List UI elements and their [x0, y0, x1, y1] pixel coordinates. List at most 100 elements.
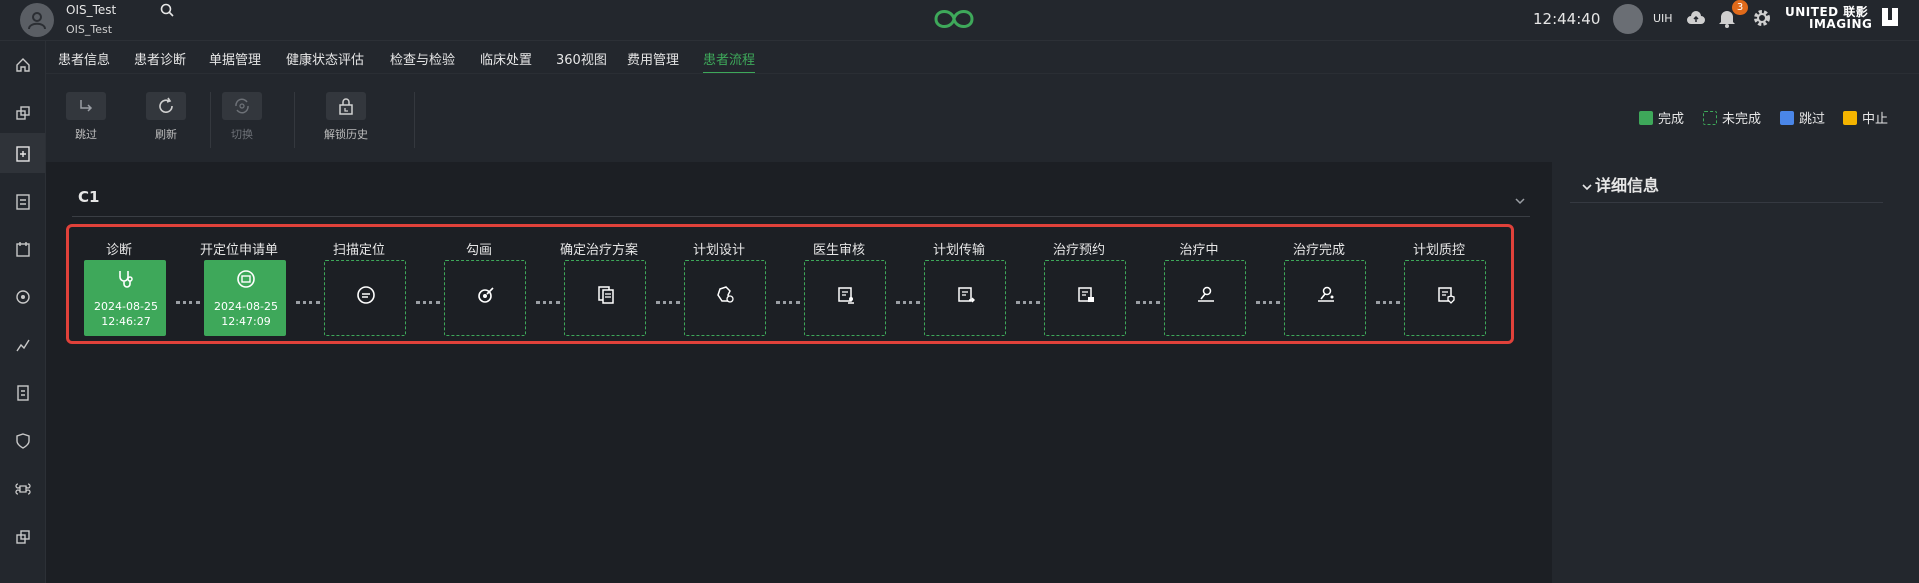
- toolbar-divider: [414, 92, 415, 148]
- top-bar: OIS_Test OIS_Test 12:44:40 UIH 3 UNITED …: [0, 0, 1919, 41]
- application-icon: [236, 269, 256, 293]
- step-label: 治疗完成: [1292, 243, 1345, 258]
- step-box[interactable]: 2024-08-25 12:46:27: [84, 260, 166, 336]
- plan-transfer-icon: [956, 285, 976, 309]
- chevron-down-icon: [1582, 183, 1592, 190]
- step-connector: [536, 301, 560, 304]
- toolbar: 跳过 刷新 切换 解锁历史 完成 未完成 跳过 中止: [46, 73, 1919, 162]
- step-box[interactable]: [1044, 260, 1126, 336]
- step-box[interactable]: 2024-08-25 12:47:09: [204, 260, 286, 336]
- windows-icon[interactable]: [0, 93, 45, 133]
- plan-design-icon: [716, 285, 736, 309]
- step-date: 2024-08-25: [214, 300, 278, 313]
- brand-mark-icon: [1880, 6, 1900, 32]
- checklist-icon[interactable]: [0, 181, 45, 221]
- home-icon[interactable]: [0, 45, 45, 85]
- step-label: 计划传输: [932, 243, 985, 258]
- user-subtitle: OIS_Test: [66, 23, 113, 36]
- step-label: 医生审核: [812, 243, 865, 258]
- tab-health-assessment[interactable]: 健康状态评估: [286, 49, 364, 68]
- step-box[interactable]: [444, 260, 526, 336]
- step-connector: [1376, 301, 1400, 304]
- step-connector: [176, 301, 200, 304]
- legend-done: 完成: [1639, 108, 1684, 127]
- cloud-upload-icon[interactable]: [1686, 10, 1706, 30]
- section-divider: [72, 216, 1530, 217]
- gear-icon[interactable]: [1752, 8, 1772, 32]
- brand-line-2: IMAGING: [1809, 17, 1873, 31]
- plan-doc-icon: [596, 285, 616, 309]
- step-timestamp: 2024-08-25 12:47:09: [205, 299, 287, 329]
- chart-icon[interactable]: [0, 325, 45, 365]
- step-label: 治疗中: [1179, 243, 1219, 258]
- step-connector: [1256, 301, 1280, 304]
- tab-clinical[interactable]: 临床处置: [480, 49, 532, 68]
- step-time: 12:47:09: [221, 315, 271, 328]
- nav-tabs: 患者信息 患者诊断 单据管理 健康状态评估 检查与检验 临床处置 360视图 费…: [46, 41, 1919, 74]
- details-title-label: 详细信息: [1595, 176, 1660, 195]
- refresh-label: 刷新: [155, 128, 177, 141]
- unlock-history-button[interactable]: 解锁历史: [316, 92, 376, 142]
- legend-skipped-label: 跳过: [1799, 112, 1826, 127]
- notification-badge: 3: [1732, 0, 1748, 15]
- tab-360-view[interactable]: 360视图: [556, 49, 607, 68]
- step-box[interactable]: [924, 260, 1006, 336]
- step-box[interactable]: [324, 260, 406, 336]
- step-connector: [1016, 301, 1040, 304]
- toolbar-divider: [294, 92, 295, 148]
- legend-undone-label: 未完成: [1722, 112, 1762, 127]
- step-label: 确定治疗方案: [559, 243, 638, 258]
- legend-done-label: 完成: [1658, 112, 1685, 127]
- patient-record-icon[interactable]: [0, 133, 45, 173]
- legend-skipped-swatch: [1780, 110, 1794, 125]
- tab-patient-diagnosis[interactable]: 患者诊断: [134, 49, 186, 68]
- step-connector: [296, 301, 320, 304]
- step-box[interactable]: [1404, 260, 1486, 336]
- treating-icon: [1196, 285, 1216, 309]
- switch-button[interactable]: 切换: [212, 92, 272, 142]
- shield-icon[interactable]: [0, 421, 45, 461]
- radiation-icon[interactable]: [0, 277, 45, 317]
- left-sidebar: [0, 41, 46, 583]
- app-logo-icon: [932, 5, 976, 37]
- step-box[interactable]: [804, 260, 886, 336]
- command-icon[interactable]: [0, 469, 45, 509]
- account-avatar[interactable]: [1613, 4, 1643, 34]
- tab-patient-flow[interactable]: 患者流程: [703, 49, 756, 74]
- account-name: UIH: [1653, 12, 1673, 25]
- skip-button[interactable]: 跳过: [56, 92, 116, 142]
- step-box[interactable]: [1164, 260, 1246, 336]
- step-label: 计划设计: [692, 243, 745, 258]
- step-box[interactable]: [684, 260, 766, 336]
- search-icon[interactable]: [160, 3, 174, 21]
- step-label: 计划质控: [1412, 243, 1465, 258]
- step-label: 扫描定位: [332, 243, 385, 258]
- patient-flow: 诊断 2024-08-25 12:46:27 开定位申请单 2024-08-25: [66, 224, 1514, 344]
- switch-icon: [222, 92, 262, 120]
- step-connector: [1136, 301, 1160, 304]
- user-avatar[interactable]: [20, 3, 54, 37]
- chevron-down-icon[interactable]: [1514, 194, 1526, 209]
- step-box[interactable]: [564, 260, 646, 336]
- legend-skipped: 跳过: [1780, 108, 1825, 127]
- legend-done-swatch: [1639, 110, 1653, 125]
- step-timestamp: 2024-08-25 12:46:27: [85, 299, 167, 329]
- details-title[interactable]: 详细信息: [1582, 172, 1659, 196]
- tab-billing[interactable]: 费用管理: [627, 49, 679, 68]
- legend-aborted-label: 中止: [1862, 112, 1889, 127]
- user-name: OIS_Test: [66, 3, 117, 17]
- step-connector: [416, 301, 440, 304]
- tab-exams[interactable]: 检查与检验: [390, 49, 455, 68]
- document-icon[interactable]: [0, 373, 45, 413]
- step-box[interactable]: [1284, 260, 1366, 336]
- step-label: 勾画: [465, 243, 492, 258]
- details-divider: [1570, 202, 1883, 203]
- refresh-icon: [146, 92, 186, 120]
- layers-icon[interactable]: [0, 517, 45, 557]
- refresh-button[interactable]: 刷新: [136, 92, 196, 142]
- tab-documents[interactable]: 单据管理: [209, 49, 261, 68]
- tab-patient-info[interactable]: 患者信息: [58, 49, 110, 68]
- step-label: 诊断: [105, 243, 132, 258]
- calendar-icon[interactable]: [0, 229, 45, 269]
- contour-icon: [476, 285, 496, 309]
